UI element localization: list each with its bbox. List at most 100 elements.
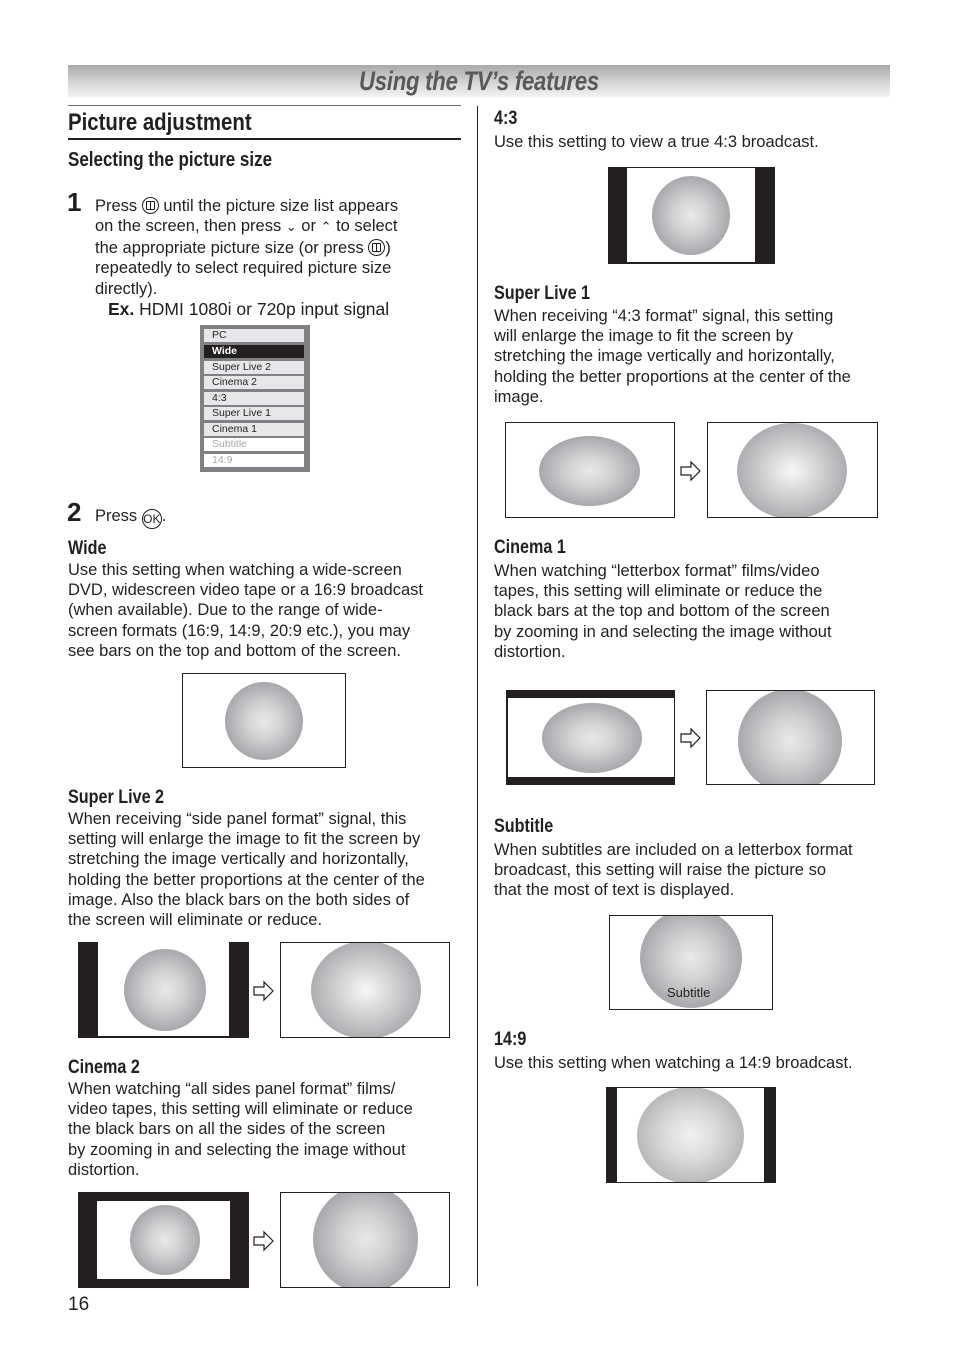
step-1-text: Press until the picture size list appear… (95, 196, 465, 319)
text-line: the screen will eliminate or reduce. (68, 911, 323, 930)
picture-area (617, 1088, 764, 1182)
picture-ball (542, 703, 642, 773)
illustration-super-live-2-after (280, 942, 450, 1038)
text-line: distortion. (494, 642, 566, 661)
picture-ball (124, 949, 206, 1031)
text-line: When subtitles are included on a letterb… (494, 841, 853, 859)
mode-title-super-live-2: Super Live 2 (68, 787, 165, 808)
frame-edge (506, 690, 508, 785)
text-line: screen formats (16:9, 14:9, 20:9 etc.), … (68, 621, 411, 640)
text-line: will enlarge the image to fit the screen… (494, 327, 793, 346)
picture-ball (130, 1205, 200, 1275)
text-line: the black bars on all the sides of the s… (68, 1120, 386, 1139)
text-line: (when available). Due to the range of wi… (68, 601, 383, 620)
menu-item[interactable]: Wide (204, 345, 304, 358)
text-line: Use this setting when watching a 14:9 br… (494, 1054, 853, 1072)
text-line: holding the better proportions at the ce… (68, 870, 425, 889)
text-line: When watching “letterbox format” films/v… (494, 562, 820, 580)
menu-item[interactable]: Cinema 1 (204, 423, 304, 436)
mode-desc-wide: Use this setting when watching a wide-sc… (68, 560, 423, 661)
illustration-super-live-1-after (707, 422, 878, 518)
step-2-number: 2 (67, 497, 82, 527)
text-line: When receiving “side panel format” signa… (68, 810, 407, 828)
picture-size-button-icon (141, 197, 159, 214)
mode-desc-14-9: Use this setting when watching a 14:9 br… (494, 1053, 853, 1073)
illustration-super-live-2-before (78, 942, 249, 1038)
step-text: the appropriate picture size (or press (95, 238, 364, 257)
picture-size-menu: PC Wide Super Live 2 Cinema 2 4:3 Super Live … (200, 325, 310, 472)
step-text: or (301, 217, 316, 236)
text-line: see bars on the top and bottom of the sc… (68, 641, 401, 660)
subtitle-caption: Subtitle (667, 985, 711, 1000)
picture-ball (225, 682, 303, 760)
picture-ball (539, 436, 640, 506)
text-line: distortion. (68, 1160, 140, 1179)
step-text: on the screen, then press (95, 217, 282, 236)
chapter-title: Using the TV’s features (358, 66, 600, 96)
side-bar (229, 942, 249, 1038)
frame-edge (78, 1036, 249, 1038)
text-line: broadcast, this setting will raise the p… (494, 861, 826, 880)
frame-edge (673, 690, 675, 785)
menu-item[interactable]: Subtitle (204, 438, 304, 451)
text-line: image. Also the black bars on the both s… (68, 890, 410, 909)
chapter-banner: Using the TV’s features (68, 65, 890, 97)
menu-item[interactable]: 4:3 (204, 392, 304, 405)
text-line: image. (494, 387, 544, 406)
chevron-down-icon: ⌄ (285, 219, 297, 235)
text-line: When receiving “4:3 format” signal, this… (494, 307, 834, 325)
mode-title-subtitle: Subtitle (494, 816, 554, 837)
example-text: HDMI 1080i or 720p input signal (139, 299, 390, 320)
divider (68, 105, 461, 106)
illustration-cinema-1-after (706, 690, 875, 785)
illustration-wide (182, 673, 346, 768)
text-line: by zooming in and selecting the image wi… (494, 622, 832, 641)
mode-title-4-3: 4:3 (494, 108, 518, 129)
picture-ball (311, 943, 421, 1037)
step-text: directly). (95, 279, 158, 298)
text-line: stretching the image vertically and hori… (68, 850, 409, 869)
menu-item[interactable]: 14:9 (204, 454, 304, 467)
side-bar (78, 942, 98, 1038)
mode-title-wide: Wide (68, 538, 107, 559)
picture-area (97, 1201, 230, 1279)
page-number: 16 (68, 1294, 90, 1315)
section-subtitle: Selecting the picture size (68, 149, 273, 171)
illustration-14-9 (606, 1087, 776, 1183)
section-title-rule (68, 138, 461, 140)
text-line: When watching “all sides panel format” f… (68, 1080, 396, 1098)
mode-desc-cinema-1: When watching “letterbox format” films/v… (494, 561, 832, 662)
illustration-cinema-2-after (280, 1192, 450, 1288)
menu-item[interactable]: Super Live 1 (204, 407, 304, 420)
mode-title-14-9: 14:9 (494, 1029, 527, 1050)
menu-item[interactable]: Cinema 2 (204, 376, 304, 389)
step-text: . (161, 507, 167, 525)
menu-item[interactable]: PC (204, 329, 304, 342)
illustration-cinema-2-before (78, 1192, 249, 1288)
picture-ball (313, 1193, 418, 1287)
mode-title-super-live-1: Super Live 1 (494, 283, 591, 304)
text-line: Use this setting to view a true 4:3 broa… (494, 133, 819, 151)
text-line: that the most of text is displayed. (494, 881, 735, 900)
text-line: setting will enlarge the image to fit th… (68, 830, 421, 849)
text-line: Use this setting when watching a wide-sc… (68, 561, 402, 579)
text-line: stretching the image vertically and hori… (494, 347, 835, 366)
arrow-right-icon (253, 1230, 274, 1252)
text-line: by zooming in and selecting the image wi… (68, 1140, 406, 1159)
step-1-number: 1 (67, 187, 82, 217)
menu-item[interactable]: Super Live 2 (204, 361, 304, 374)
column-divider (477, 106, 478, 1286)
chevron-up-icon: ⌃ (320, 219, 332, 235)
mode-title-cinema-1: Cinema 1 (494, 537, 566, 558)
mode-desc-cinema-2: When watching “all sides panel format” f… (68, 1079, 413, 1180)
illustration-super-live-1-before (505, 422, 675, 518)
arrow-right-icon (680, 460, 701, 482)
example-label: Ex. (108, 299, 135, 320)
picture-ball (637, 1088, 744, 1182)
step-text: to select (336, 217, 398, 236)
illustration-subtitle: Subtitle (609, 915, 773, 1010)
mode-desc-4-3: Use this setting to view a true 4:3 broa… (494, 132, 819, 152)
step-text: until the picture size list appears (163, 197, 399, 215)
picture-ball (652, 176, 730, 255)
text-line: black bars at the top and bottom of the … (494, 602, 830, 621)
